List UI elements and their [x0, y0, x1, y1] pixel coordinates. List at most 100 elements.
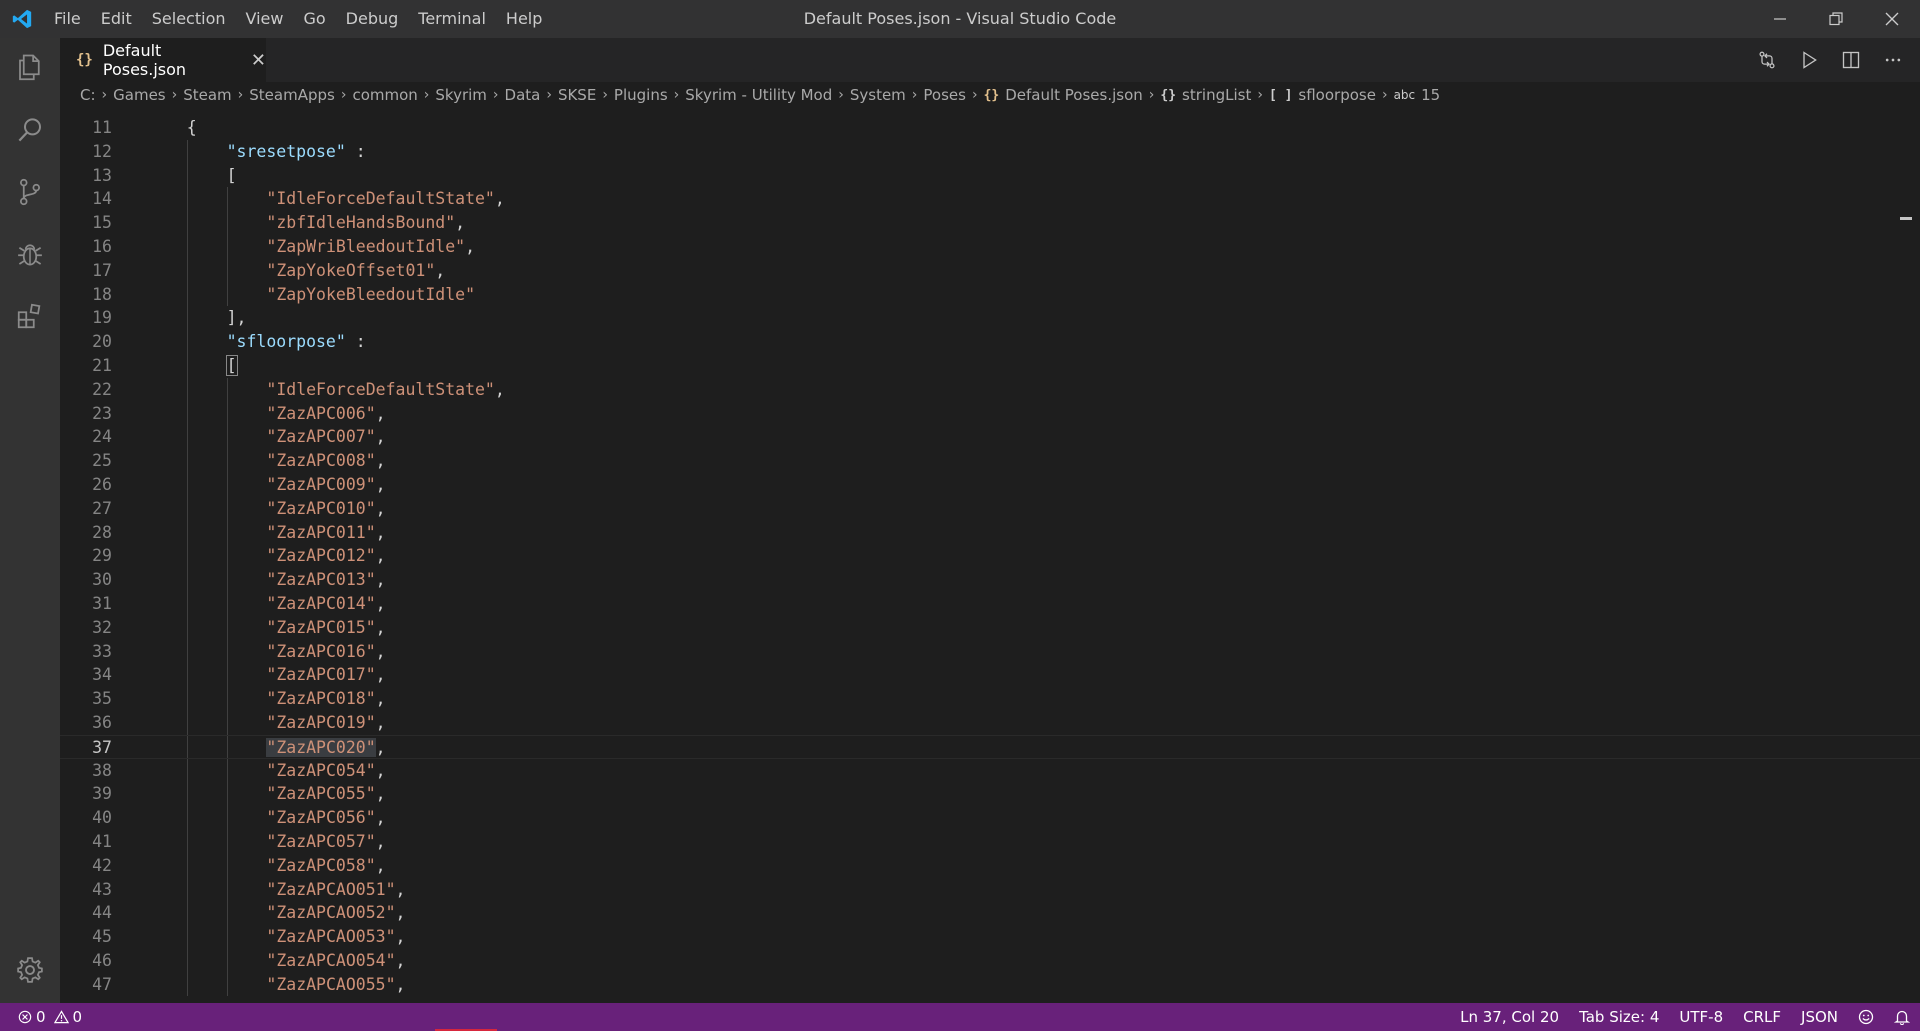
punctuation: , [455, 213, 466, 233]
breadcrumb-folder[interactable]: SKSE [558, 86, 596, 104]
menu-edit[interactable]: Edit [91, 0, 142, 38]
menu-view[interactable]: View [236, 0, 294, 38]
punctuation: , [395, 879, 406, 899]
menu-debug[interactable]: Debug [336, 0, 409, 38]
breadcrumb-folder[interactable]: Data [505, 86, 541, 104]
indent-guide [226, 948, 228, 973]
menu-go[interactable]: Go [293, 0, 335, 38]
breadcrumb-folder[interactable]: System [850, 86, 906, 104]
bell-icon [1894, 1010, 1910, 1025]
json-string: "ZazAPC055" [266, 784, 376, 804]
language-mode[interactable]: JSON [1801, 1008, 1838, 1026]
code-text: "sfloorpose" : [227, 330, 366, 354]
title-bar: File Edit Selection View Go Debug Termin… [0, 0, 1920, 38]
warning-count: 0 [72, 1008, 83, 1026]
breadcrumb-folder[interactable]: Poses [923, 86, 966, 104]
source-control-icon [19, 178, 40, 206]
code-line: 36 "ZazAPC019", [60, 710, 1920, 735]
line-number: 26 [92, 474, 112, 494]
breadcrumb-file[interactable]: {} Default Poses.json [984, 86, 1143, 104]
indent-guide [226, 258, 228, 283]
json-string: "ZazAPC012" [266, 546, 376, 566]
menu-terminal[interactable]: Terminal [408, 0, 496, 38]
breadcrumb-symbol-array[interactable]: [ ] sfloorpose [1269, 86, 1376, 104]
code-text: "ZazAPCAO052", [266, 901, 405, 925]
breadcrumb-folder[interactable]: Plugins [614, 86, 668, 104]
code-line: 33 "ZazAPC016", [60, 639, 1920, 664]
indent-guide [186, 449, 188, 473]
split-editor-button[interactable] [1840, 49, 1862, 71]
tab-close-icon[interactable]: ✕ [251, 50, 266, 71]
json-string: "IdleForceDefaultState" [266, 189, 495, 209]
breadcrumb-folder[interactable]: Games [113, 86, 165, 104]
explorer-button[interactable] [0, 38, 60, 98]
breadcrumb-folder[interactable]: Steam [183, 86, 231, 104]
line-number: 22 [92, 379, 112, 399]
breadcrumb-folder[interactable]: Skyrim [435, 86, 487, 104]
code-text: [ [225, 354, 238, 378]
json-string: "ZazAPC007" [266, 427, 376, 447]
menu-selection[interactable]: Selection [142, 0, 236, 38]
code-text: "ZazAPC010", [266, 497, 385, 521]
breadcrumb-drive[interactable]: C: [80, 86, 96, 104]
json-string: "ZazAPC013" [266, 570, 376, 590]
json-key: "sfloorpose" [226, 332, 346, 352]
code-line: 20 "sfloorpose" : [60, 330, 1920, 354]
run-button[interactable] [1798, 49, 1820, 71]
breadcrumb-separator-icon: › [1148, 87, 1155, 103]
code-line: 38 "ZazAPC054", [60, 758, 1920, 783]
line-number: 43 [92, 879, 112, 899]
notifications-button[interactable] [1894, 1009, 1910, 1025]
problems-indicator[interactable]: 0 0 [18, 1008, 82, 1026]
menu-file[interactable]: File [44, 0, 91, 38]
error-count: 0 [36, 1008, 46, 1026]
line-number: 13 [92, 165, 112, 185]
object-symbol-icon: {} [1160, 87, 1177, 103]
menu-help[interactable]: Help [496, 0, 552, 38]
vertical-scrollbar[interactable] [1900, 108, 1920, 1003]
indent-guide [186, 425, 188, 450]
punctuation: { [186, 118, 197, 137]
debug-button[interactable] [0, 224, 60, 284]
cursor-position[interactable]: Ln 37, Col 20 [1460, 1008, 1559, 1026]
line-number: 29 [92, 546, 112, 566]
code-text: "ZazAPC020", [266, 736, 386, 760]
vscode-logo-icon[interactable] [0, 0, 44, 38]
source-control-button[interactable] [0, 162, 60, 222]
encoding[interactable]: UTF-8 [1679, 1008, 1723, 1026]
array-symbol-icon: [ ] [1268, 87, 1293, 103]
code-text: "ZazAPC057", [266, 830, 385, 854]
close-window-button[interactable] [1864, 0, 1920, 38]
punctuation: , [395, 903, 406, 923]
more-actions-button[interactable] [1882, 49, 1904, 71]
open-changes-button[interactable] [1756, 49, 1778, 71]
tab-size[interactable]: Tab Size: 4 [1579, 1008, 1659, 1026]
json-string: "ZazAPCAO054" [266, 950, 396, 970]
feedback-button[interactable] [1858, 1009, 1874, 1025]
breadcrumb-folder[interactable]: common [352, 86, 417, 104]
code-line: 29 "ZazAPC012", [60, 544, 1920, 569]
json-string: "ZazAPCAO052" [266, 903, 396, 923]
breadcrumb-symbol-object[interactable]: {} stringList [1160, 86, 1251, 104]
line-number: 34 [92, 665, 112, 685]
json-string: "ZazAPC054" [266, 760, 376, 780]
tab-default-poses-json[interactable]: {} Default Poses.json ✕ [60, 38, 266, 82]
breadcrumb-symbol-string[interactable]: abc 15 [1394, 86, 1441, 104]
indent-guide [186, 472, 188, 497]
minimize-button[interactable] [1752, 0, 1808, 38]
manage-button[interactable] [0, 940, 60, 1000]
code-editor[interactable]: 11 {12 "sresetpose" : 13 [14 "IdleForceDefaul… [60, 108, 1920, 1003]
search-button[interactable] [0, 100, 60, 160]
restore-button[interactable] [1808, 0, 1864, 38]
breadcrumb-folder[interactable]: SteamApps [249, 86, 335, 104]
indent-guide [186, 735, 188, 758]
compare-changes-icon [1759, 51, 1775, 69]
punctuation: , [375, 546, 386, 566]
restore-icon [1829, 12, 1843, 26]
indent-guide [226, 829, 228, 854]
code-text: "ZazAPC056", [266, 806, 385, 830]
breadcrumb-folder[interactable]: Skyrim - Utility Mod [685, 86, 832, 104]
end-of-line[interactable]: CRLF [1743, 1008, 1781, 1026]
indent-guide [186, 282, 188, 307]
extensions-button[interactable] [0, 286, 60, 346]
